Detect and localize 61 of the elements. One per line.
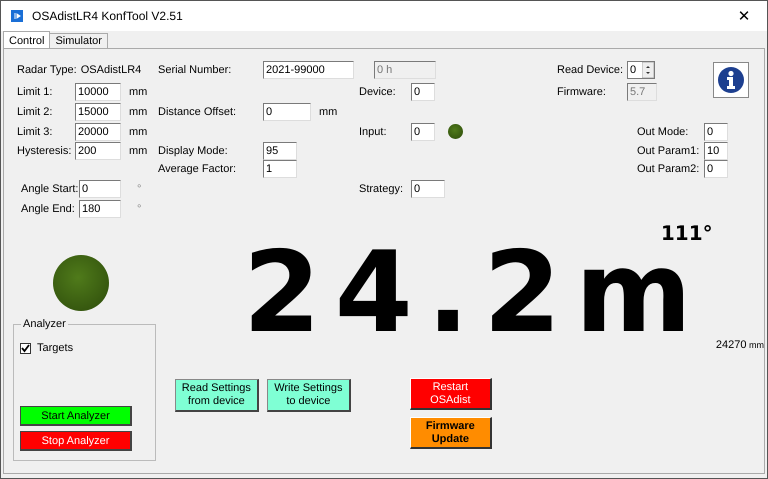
app-icon <box>11 10 23 22</box>
analyzer-button[interactable]: Start Analyzer <box>20 406 132 426</box>
field-label: Distance Offset: <box>158 106 236 118</box>
angle-field[interactable]: 0 <box>79 180 121 198</box>
unit-label: mm <box>129 106 148 118</box>
info-button[interactable] <box>713 62 749 98</box>
field-label: Average Factor: <box>158 163 236 175</box>
field-label: Out Param1: <box>637 144 700 156</box>
output-field[interactable]: 0 <box>704 160 728 178</box>
field-label: Hysteresis: <box>17 144 72 156</box>
output-field[interactable]: 10 <box>704 142 728 160</box>
device-field[interactable]: 0 <box>411 83 435 101</box>
unit-label: ° <box>136 182 142 194</box>
field-label: Read Device: <box>557 64 624 76</box>
field-label: Out Mode: <box>637 126 690 138</box>
field-label: Input: <box>359 126 387 138</box>
settings-button[interactable]: Read Settings from device <box>174 379 259 412</box>
input-field[interactable]: 0 <box>411 122 435 140</box>
group-title: Analyzer <box>21 318 68 330</box>
limit-field[interactable]: 200 <box>75 142 121 160</box>
serial-field[interactable]: 2021-99000 <box>263 61 354 79</box>
angle-field[interactable]: 180 <box>79 200 121 218</box>
unit-label: mm <box>129 144 148 156</box>
field-label: Angle Start: <box>21 182 78 194</box>
unit-label: ° <box>136 203 142 215</box>
firmware-update-button[interactable]: Firmware Update <box>410 417 492 449</box>
tab[interactable]: Control <box>3 31 50 48</box>
strategy-field[interactable]: 0 <box>411 180 445 198</box>
field-label: Radar Type: <box>17 64 77 76</box>
close-button[interactable]: ✕ <box>721 1 767 31</box>
average-factor-field[interactable]: 1 <box>263 160 297 178</box>
limit-field[interactable]: 10000 <box>75 83 121 101</box>
analyzer-button[interactable]: Stop Analyzer <box>20 431 132 451</box>
field-label: Limit 1: <box>17 86 52 98</box>
read-device-spinner[interactable]: 0 <box>627 61 655 79</box>
field-label: Firmware: <box>557 86 606 98</box>
field-label: Limit 3: <box>17 126 52 138</box>
field-label: Strategy: <box>359 182 404 194</box>
window-title: OSAdistLR4 KonfTool V2.51 <box>32 9 184 23</box>
field-label: Serial Number: <box>158 64 232 76</box>
display-mode-field[interactable]: 95 <box>263 142 297 160</box>
settings-button[interactable]: Write Settings to device <box>266 379 351 412</box>
field-label: Device: <box>359 86 396 98</box>
info-icon <box>717 66 745 94</box>
unit-label: mm <box>129 126 148 138</box>
restart-button[interactable]: Restart OSAdist <box>410 378 492 410</box>
unit-label: mm <box>319 106 338 118</box>
checkbox-label: Targets <box>37 342 74 354</box>
radar-type-value: OSAdistLR4 <box>80 64 142 76</box>
unit-label: mm <box>129 86 148 98</box>
output-field[interactable]: 0 <box>704 122 728 140</box>
field-label: Out Param2: <box>637 163 700 175</box>
limit-field[interactable]: 20000 <box>75 122 121 140</box>
offset-field[interactable]: 0 <box>263 103 311 121</box>
targets-checkbox[interactable] <box>20 342 31 354</box>
field-label: Angle End: <box>21 203 75 215</box>
raw-distance: 24270 mm <box>716 339 764 351</box>
tab[interactable]: Simulator <box>49 33 108 48</box>
limit-field[interactable]: 15000 <box>75 103 121 121</box>
field-label: Limit 2: <box>17 106 52 118</box>
field-label: Display Mode: <box>158 144 228 156</box>
